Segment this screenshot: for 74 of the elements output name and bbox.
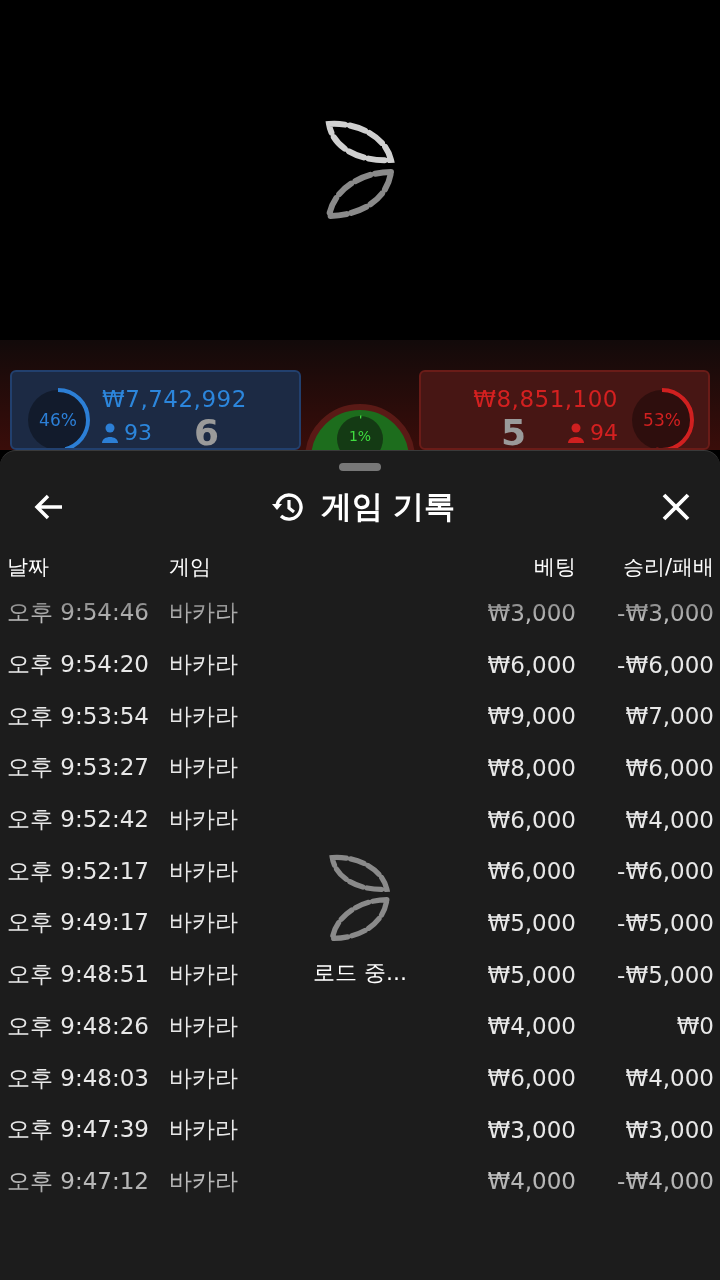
bet-cell: ₩4,000: [487, 1168, 576, 1195]
date-cell-text: 오후 9:48:03: [7, 1063, 149, 1093]
loading-spinner-icon: [323, 120, 397, 220]
game-cell-text: 바카라: [169, 1063, 238, 1093]
score: 5: [500, 412, 526, 448]
result-cell: -₩4,000: [617, 1168, 714, 1195]
result-cell: ₩3,000: [625, 1116, 714, 1143]
bet-cell: ₩3,000: [487, 1116, 576, 1143]
game-cell-text: 바카라: [169, 960, 238, 990]
person-icon: [102, 422, 118, 443]
sheet-title: 게임 기록: [320, 487, 456, 526]
column-header: 날짜: [7, 554, 49, 581]
result-cell: ₩7,000: [625, 703, 714, 730]
column-header: 게임: [169, 554, 211, 581]
player-count: 93: [124, 420, 152, 445]
player-count: 94: [590, 420, 618, 445]
bet-cell: ₩5,000: [487, 909, 576, 936]
percent-label: 1%: [347, 428, 373, 444]
date-cell-text: 오후 9:53:27: [7, 753, 149, 783]
date-cell-text: 오후 9:54:20: [7, 650, 149, 680]
bet-cell: ₩6,000: [487, 858, 576, 885]
game-cell-text: 바카라: [169, 805, 238, 835]
result-cell: -₩6,000: [617, 858, 714, 885]
game-cell-text: 바카라: [169, 908, 238, 938]
loading-text: 로드 중...: [313, 959, 407, 987]
column-header: 베팅: [534, 554, 576, 581]
date-cell-text: 오후 9:54:46: [7, 598, 149, 628]
bet-amount: ₩8,851,100: [473, 386, 618, 412]
date-cell-text: 오후 9:52:42: [7, 805, 149, 835]
game-cell-text: 바카라: [169, 1115, 238, 1145]
game-cell-text: 바카라: [169, 598, 238, 628]
game-cell-text: 바카라: [169, 1011, 238, 1041]
bet-cell: ₩3,000: [487, 599, 576, 626]
date-cell-text: 오후 9:47:39: [7, 1115, 149, 1145]
date-cell-text: 오후 9:52:17: [7, 856, 149, 886]
history-icon: [270, 491, 305, 523]
column-header: 승리/패배: [622, 554, 714, 581]
bet-cell: ₩5,000: [487, 961, 576, 988]
bet-cell: ₩6,000: [487, 651, 576, 678]
result-cell: -₩3,000: [617, 599, 714, 626]
date-cell-text: 오후 9:47:12: [7, 1166, 149, 1196]
result-cell: ₩4,000: [625, 806, 714, 833]
back-icon: [34, 494, 64, 520]
date-cell-text: 오후 9:49:17: [7, 908, 149, 938]
bet-cell: ₩9,000: [487, 703, 576, 730]
date-cell-text: 오후 9:48:51: [7, 960, 149, 990]
game-cell-text: 바카라: [169, 650, 238, 680]
bet-cell: ₩8,000: [487, 754, 576, 781]
tie-panel[interactable]: 1%: [305, 404, 415, 450]
drag-handle[interactable]: [339, 463, 381, 471]
game-cell-text: 바카라: [169, 1166, 238, 1196]
bet-cell: ₩6,000: [487, 1065, 576, 1092]
result-cell: -₩5,000: [617, 909, 714, 936]
result-cell: -₩6,000: [617, 651, 714, 678]
game-cell-text: 바카라: [169, 856, 238, 886]
result-cell: -₩5,000: [617, 961, 714, 988]
date-cell-text: 오후 9:53:54: [7, 701, 149, 731]
result-cell: ₩4,000: [625, 1065, 714, 1092]
close-icon: [662, 493, 690, 521]
game-cell-text: 바카라: [169, 753, 238, 783]
person-icon: [568, 422, 584, 443]
player-panel[interactable]: 46% ₩7,742,992 93 6: [10, 370, 301, 450]
percent-label: 53%: [642, 410, 682, 430]
result-cell: ₩0: [676, 1013, 714, 1040]
loading-spinner-icon: [327, 854, 393, 942]
date-cell-text: 오후 9:48:26: [7, 1011, 149, 1041]
bet-cell: ₩6,000: [487, 806, 576, 833]
score: 6: [194, 412, 220, 448]
bet-amount: ₩7,742,992: [102, 386, 247, 412]
bet-cell: ₩4,000: [487, 1013, 576, 1040]
percent-label: 46%: [38, 410, 78, 430]
result-cell: ₩6,000: [625, 754, 714, 781]
banker-panel[interactable]: 53% ₩8,851,100 5 94: [419, 370, 710, 450]
game-cell-text: 바카라: [169, 701, 238, 731]
